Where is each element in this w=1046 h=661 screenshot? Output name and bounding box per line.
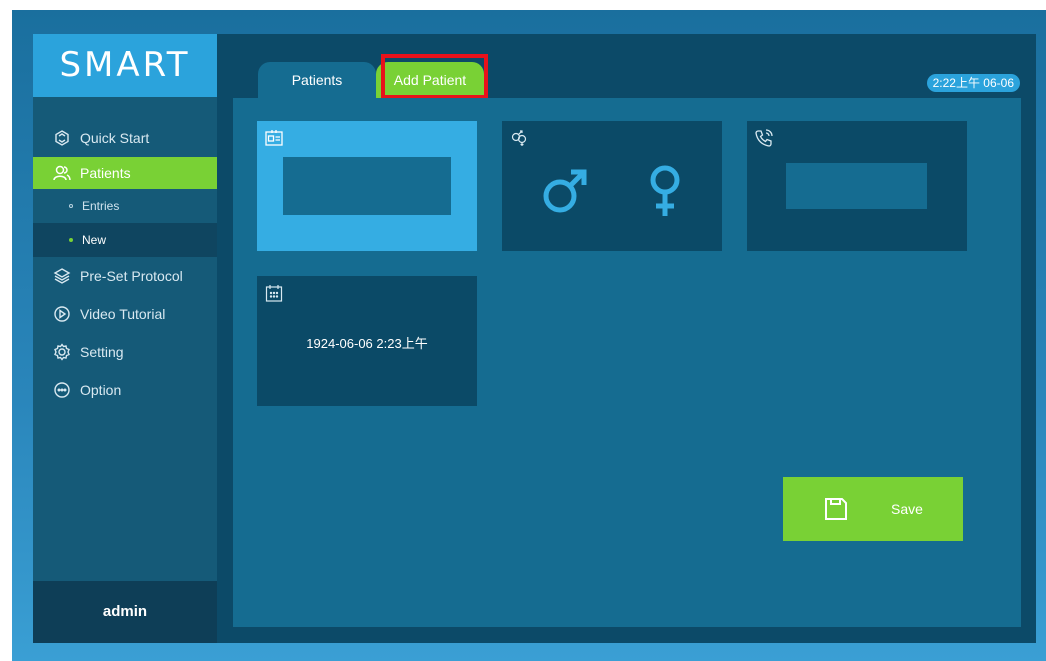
save-icon (823, 496, 849, 522)
id-card[interactable] (257, 121, 477, 251)
phone-icon (754, 128, 774, 148)
male-option[interactable] (537, 161, 597, 221)
id-card-icon (264, 128, 284, 148)
sidebar-subitem-entries[interactable]: Entries (33, 189, 217, 223)
phone-card[interactable] (747, 121, 967, 251)
birth-date-value[interactable]: 1924-06-06 2:23上午 (257, 333, 477, 352)
female-option[interactable] (635, 161, 695, 221)
sidebar-menu: Quick Start Patients Entries New Pre-Set… (33, 119, 217, 409)
sidebar: SMART Quick Start Patients Entries New P… (33, 34, 217, 643)
save-button[interactable]: Save (783, 477, 963, 541)
layers-icon (53, 267, 71, 285)
app-logo: SMART (33, 34, 217, 97)
calendar-icon (264, 283, 284, 303)
tab-patients[interactable]: Patients (258, 62, 376, 98)
tab-bar: Patients Add Patient (258, 62, 484, 98)
sidebar-item-video-tutorial[interactable]: Video Tutorial (33, 295, 217, 333)
sidebar-item-patients[interactable]: Patients (33, 157, 217, 189)
bullet-icon (69, 238, 73, 242)
sidebar-subitem-new[interactable]: New (33, 223, 217, 257)
gear-icon (53, 343, 71, 361)
sidebar-subitem-label: New (82, 233, 107, 247)
sidebar-item-label: Setting (80, 344, 124, 360)
bullet-icon (69, 204, 73, 208)
tab-add-patient[interactable]: Add Patient (376, 62, 484, 98)
sidebar-item-setting[interactable]: Setting (33, 333, 217, 371)
sidebar-item-pre-set-protocol[interactable]: Pre-Set Protocol (33, 257, 217, 295)
user-name[interactable]: admin (33, 581, 217, 643)
sidebar-item-option[interactable]: Option (33, 371, 217, 409)
phone-input[interactable] (786, 163, 927, 209)
play-circle-icon (53, 305, 71, 323)
gender-card (502, 121, 722, 251)
sidebar-item-label: Pre-Set Protocol (80, 268, 183, 284)
quick-start-icon (53, 129, 71, 147)
sidebar-subitem-label: Entries (82, 199, 120, 213)
sidebar-item-quick-start[interactable]: Quick Start (33, 119, 217, 157)
sidebar-item-label: Video Tutorial (80, 306, 166, 322)
sidebar-item-label: Quick Start (80, 130, 150, 146)
more-circle-icon (53, 381, 71, 399)
sidebar-item-label: Option (80, 382, 122, 398)
clock-badge: 2:22上午 06-06 (926, 74, 1020, 92)
gender-icon (509, 128, 529, 148)
birth-date-card[interactable]: 1924-06-06 2:23上午 (257, 276, 477, 406)
main-panel: Patients Add Patient 2:22上午 06-06 1924-0… (217, 34, 1036, 643)
save-label: Save (891, 501, 923, 517)
sidebar-item-label: Patients (80, 165, 131, 181)
add-patient-form: 1924-06-06 2:23上午 Save (233, 98, 1021, 627)
id-input[interactable] (283, 157, 451, 215)
patients-icon (53, 164, 71, 182)
